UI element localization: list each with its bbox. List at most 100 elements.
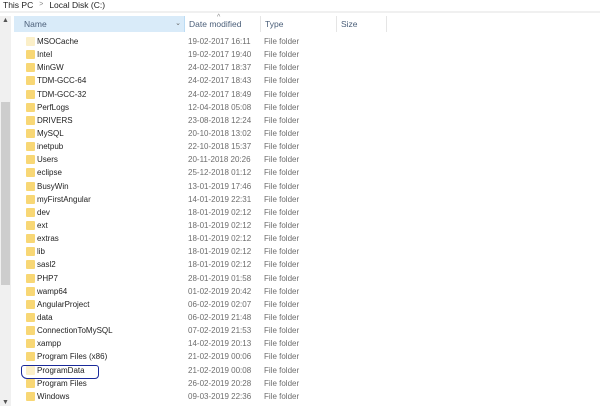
- folder-icon: [26, 181, 35, 191]
- file-row[interactable]: Intel 19-02-2017 19:40 File folder: [14, 48, 394, 61]
- file-type: File folder: [264, 365, 300, 375]
- file-row[interactable]: sasl2 18-01-2019 02:12 File folder: [14, 258, 394, 271]
- file-date: 20-11-2018 20:26: [188, 155, 251, 165]
- folder-icon: [26, 63, 35, 73]
- file-row[interactable]: Users 20-11-2018 20:26 File folder: [14, 153, 394, 166]
- file-type: File folder: [264, 391, 300, 401]
- file-row[interactable]: myFirstAngular 14-01-2019 22:31 File fol…: [14, 193, 394, 206]
- file-name: data: [37, 312, 53, 322]
- file-date: 28-01-2019 01:58: [188, 273, 252, 283]
- file-name: BusyWin: [37, 181, 69, 191]
- file-name: Intel: [37, 50, 53, 60]
- file-date: 23-08-2018 12:24: [188, 115, 252, 125]
- file-date: 07-02-2019 21:53: [188, 326, 252, 336]
- file-type: File folder: [264, 168, 300, 178]
- chevron-down-icon[interactable]: ⌄: [175, 16, 181, 32]
- file-name: AngularProject: [37, 299, 90, 309]
- file-row[interactable]: dev 18-01-2019 02:12 File folder: [14, 206, 394, 219]
- file-row[interactable]: eclipse 25-12-2018 01:12 File folder: [14, 166, 394, 179]
- file-type: File folder: [264, 63, 300, 73]
- file-date: 14-01-2019 22:31: [188, 194, 252, 204]
- divider: [0, 11, 600, 13]
- file-type: File folder: [264, 260, 300, 270]
- column-size[interactable]: Size: [337, 16, 387, 32]
- file-row[interactable]: AngularProject 06-02-2019 02:07 File fol…: [14, 298, 394, 311]
- file-row[interactable]: ConnectionToMySQL 07-02-2019 21:53 File …: [14, 324, 394, 337]
- file-row[interactable]: lib 18-01-2019 02:12 File folder: [14, 245, 394, 258]
- file-date: 18-01-2019 02:12: [188, 247, 252, 257]
- file-type: File folder: [264, 378, 300, 388]
- folder-icon: [26, 37, 35, 46]
- folder-icon: [26, 115, 35, 125]
- column-type-label: Type: [265, 19, 284, 29]
- folder-icon: [26, 260, 35, 270]
- file-type: File folder: [264, 286, 300, 296]
- file-row[interactable]: MySQL 20-10-2018 13:02 File folder: [14, 127, 394, 140]
- folder-icon: [26, 339, 35, 349]
- annotation-circle: [21, 365, 99, 379]
- scrollbar-thumb[interactable]: [1, 102, 10, 285]
- file-row[interactable]: MSOCache 19-02-2017 16:11 File folder: [14, 35, 394, 48]
- folder-icon: [26, 194, 35, 204]
- file-type: File folder: [264, 102, 300, 112]
- file-name: myFirstAngular: [37, 194, 91, 204]
- file-row[interactable]: DRIVERS 23-08-2018 12:24 File folder: [14, 114, 394, 127]
- column-name[interactable]: Name ⌄: [14, 16, 185, 32]
- folder-icon: [26, 352, 35, 362]
- file-row[interactable]: data 06-02-2019 21:48 File folder: [14, 311, 394, 324]
- column-date-modified[interactable]: ^ Date modified: [185, 14, 261, 32]
- folder-icon: [26, 234, 35, 244]
- file-row[interactable]: xampp 14-02-2019 20:13 File folder: [14, 337, 394, 350]
- file-date: 06-02-2019 21:48: [188, 312, 252, 322]
- folder-icon: [26, 312, 35, 322]
- column-type[interactable]: Type: [261, 16, 337, 32]
- folder-icon: [26, 378, 35, 388]
- file-type: File folder: [264, 326, 300, 336]
- folder-icon: [26, 142, 35, 152]
- file-date: 13-01-2019 17:46: [188, 181, 252, 191]
- file-date: 21-02-2019 00:08: [188, 365, 252, 375]
- vertical-scrollbar[interactable]: ▲ ▼: [0, 16, 11, 406]
- file-type: File folder: [264, 194, 300, 204]
- file-name: PHP7: [37, 273, 58, 283]
- file-type: File folder: [264, 142, 300, 152]
- file-row[interactable]: Program Files (x86) 21-02-2019 00:06 Fil…: [14, 350, 394, 363]
- folder-icon: [26, 299, 35, 309]
- folder-icon: [26, 220, 35, 230]
- file-row[interactable]: inetpub 22-10-2018 15:37 File folder: [14, 140, 394, 153]
- file-type: File folder: [264, 181, 300, 191]
- sort-up-icon: ^: [217, 14, 221, 21]
- file-type: File folder: [264, 339, 300, 349]
- file-row[interactable]: TDM-GCC-64 24-02-2017 18:43 File folder: [14, 74, 394, 87]
- file-row[interactable]: wamp64 01-02-2019 20:42 File folder: [14, 285, 394, 298]
- file-type: File folder: [264, 50, 300, 60]
- file-name: DRIVERS: [37, 115, 73, 125]
- column-name-label: Name: [24, 19, 47, 29]
- file-date: 14-02-2019 20:13: [188, 339, 252, 349]
- file-name: MSOCache: [37, 37, 79, 46]
- file-name: MySQL: [37, 128, 64, 138]
- scroll-up-icon[interactable]: ▲: [2, 17, 9, 24]
- column-date-label: Date modified: [189, 19, 242, 29]
- file-row[interactable]: extras 18-01-2019 02:12 File folder: [14, 232, 394, 245]
- file-date: 22-10-2018 15:37: [188, 142, 252, 152]
- file-row[interactable]: PerfLogs 12-04-2018 05:08 File folder: [14, 101, 394, 114]
- file-type: File folder: [264, 76, 300, 86]
- folder-icon: [26, 102, 35, 112]
- file-date: 18-01-2019 02:12: [188, 207, 252, 217]
- file-row[interactable]: PHP7 28-01-2019 01:58 File folder: [14, 272, 394, 285]
- file-row[interactable]: Windows 09-03-2019 22:36 File folder: [14, 390, 394, 403]
- file-name: PerfLogs: [37, 102, 70, 112]
- file-row[interactable]: TDM-GCC-32 24-02-2017 18:49 File folder: [14, 88, 394, 101]
- scroll-down-icon[interactable]: ▼: [2, 399, 9, 406]
- file-type: File folder: [264, 128, 300, 138]
- file-name: ConnectionToMySQL: [37, 326, 113, 336]
- file-row[interactable]: ext 18-01-2019 02:12 File folder: [14, 219, 394, 232]
- file-row[interactable]: MinGW 24-02-2017 18:37 File folder: [14, 61, 394, 74]
- file-name: TDM-GCC-64: [37, 76, 87, 86]
- file-date: 12-04-2018 05:08: [188, 102, 252, 112]
- file-row[interactable]: BusyWin 13-01-2019 17:46 File folder: [14, 180, 394, 193]
- file-date: 18-01-2019 02:12: [188, 220, 252, 230]
- file-date: 21-02-2019 00:06: [188, 352, 252, 362]
- file-name: Users: [37, 155, 58, 165]
